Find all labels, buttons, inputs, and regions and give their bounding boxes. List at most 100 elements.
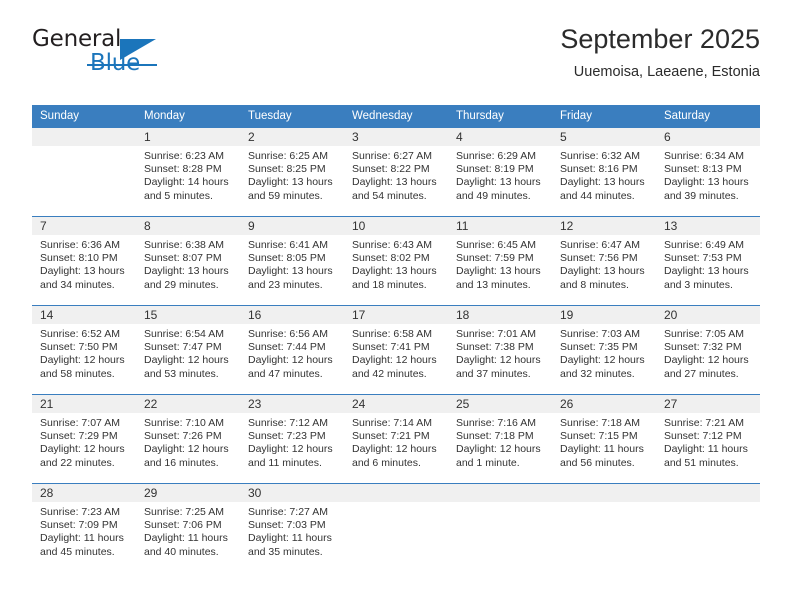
daylight-text-line2: and 27 minutes. (664, 367, 739, 380)
day-cell-inner (552, 484, 656, 572)
day-details: Sunrise: 6:41 AM Sunset: 8:05 PM Daylight:… (240, 235, 344, 292)
day-cell-inner: 16 Sunrise: 6:56 AM Sunset: 7:44 PM Dayligh… (240, 306, 344, 394)
calendar-day-cell[interactable]: 19 Sunrise: 7:03 AM Sunset: 7:35 PM Dayligh… (552, 305, 656, 395)
day-details: Sunrise: 6:54 AM Sunset: 7:47 PM Daylight:… (136, 324, 240, 381)
day-details: Sunrise: 6:34 AM Sunset: 8:13 PM Daylight:… (656, 146, 760, 203)
calendar-day-cell (656, 483, 760, 572)
day-cell-inner: 17 Sunrise: 6:58 AM Sunset: 7:41 PM Dayligh… (344, 306, 448, 394)
calendar-day-cell[interactable]: 16 Sunrise: 6:56 AM Sunset: 7:44 PM Dayligh… (240, 305, 344, 395)
day-number: 2 (240, 128, 344, 146)
daylight-text-line2: and 23 minutes. (248, 278, 323, 291)
daylight-text-line1: Daylight: 13 hours (664, 265, 749, 278)
daylight-text-line2: and 44 minutes. (560, 189, 635, 202)
brand-name-blue: Blue (90, 50, 141, 76)
calendar-day-cell[interactable]: 14 Sunrise: 6:52 AM Sunset: 7:50 PM Dayligh… (32, 305, 136, 395)
calendar-day-cell[interactable]: 21 Sunrise: 7:07 AM Sunset: 7:29 PM Dayligh… (32, 394, 136, 484)
sunset-text: Sunset: 7:09 PM (40, 519, 118, 532)
day-cell-inner: 30 Sunrise: 7:27 AM Sunset: 7:03 PM Dayligh… (240, 484, 344, 572)
day-details: Sunrise: 7:10 AM Sunset: 7:26 PM Daylight:… (136, 413, 240, 470)
calendar-day-cell[interactable]: 5 Sunrise: 6:32 AM Sunset: 8:16 PM Daylight… (552, 128, 656, 217)
sunset-text: Sunset: 7:15 PM (560, 430, 638, 443)
calendar-day-cell[interactable]: 3 Sunrise: 6:27 AM Sunset: 8:22 PM Daylight… (344, 128, 448, 217)
daylight-text-line1: Daylight: 13 hours (352, 265, 437, 278)
sunset-text: Sunset: 7:26 PM (144, 430, 222, 443)
sunset-text: Sunset: 8:10 PM (40, 252, 118, 265)
calendar-day-cell[interactable]: 18 Sunrise: 7:01 AM Sunset: 7:38 PM Dayligh… (448, 305, 552, 395)
daylight-text-line2: and 45 minutes. (40, 545, 115, 558)
calendar-day-cell (344, 483, 448, 572)
sunrise-text: Sunrise: 7:25 AM (144, 506, 224, 518)
day-details: Sunrise: 6:32 AM Sunset: 8:16 PM Daylight:… (552, 146, 656, 203)
calendar-day-cell[interactable]: 29 Sunrise: 7:25 AM Sunset: 7:06 PM Dayligh… (136, 483, 240, 572)
calendar-day-cell[interactable]: 13 Sunrise: 6:49 AM Sunset: 7:53 PM Dayligh… (656, 216, 760, 306)
sunset-text: Sunset: 8:13 PM (664, 163, 742, 176)
calendar-day-cell[interactable]: 27 Sunrise: 7:21 AM Sunset: 7:12 PM Dayligh… (656, 394, 760, 484)
sunrise-text: Sunrise: 6:52 AM (40, 328, 120, 340)
calendar-day-cell[interactable]: 1 Sunrise: 6:23 AM Sunset: 8:28 PM Daylight… (136, 128, 240, 217)
day-number: 15 (136, 306, 240, 324)
calendar-day-cell[interactable]: 24 Sunrise: 7:14 AM Sunset: 7:21 PM Dayligh… (344, 394, 448, 484)
sunrise-text: Sunrise: 6:34 AM (664, 150, 744, 162)
calendar-day-cell[interactable]: 23 Sunrise: 7:12 AM Sunset: 7:23 PM Dayligh… (240, 394, 344, 484)
day-details: Sunrise: 7:03 AM Sunset: 7:35 PM Daylight:… (552, 324, 656, 381)
sunset-text: Sunset: 7:59 PM (456, 252, 534, 265)
day-number: 16 (240, 306, 344, 324)
brand-name-general: General (32, 26, 122, 52)
sunset-text: Sunset: 7:18 PM (456, 430, 534, 443)
daylight-text-line1: Daylight: 12 hours (40, 443, 125, 456)
day-cell-inner: 7 Sunrise: 6:36 AM Sunset: 8:10 PM Daylight… (32, 217, 136, 305)
calendar-day-cell[interactable]: 25 Sunrise: 7:16 AM Sunset: 7:18 PM Dayligh… (448, 394, 552, 484)
day-number: 6 (656, 128, 760, 146)
day-details: Sunrise: 7:21 AM Sunset: 7:12 PM Daylight:… (656, 413, 760, 470)
day-number: 20 (656, 306, 760, 324)
calendar-day-cell (448, 483, 552, 572)
calendar-day-cell[interactable]: 8 Sunrise: 6:38 AM Sunset: 8:07 PM Daylight… (136, 216, 240, 306)
daylight-text-line2: and 11 minutes. (248, 456, 322, 469)
calendar-day-cell[interactable]: 22 Sunrise: 7:10 AM Sunset: 7:26 PM Dayligh… (136, 394, 240, 484)
sunrise-text: Sunrise: 6:23 AM (144, 150, 224, 162)
daylight-text-line2: and 34 minutes. (40, 278, 115, 291)
calendar-day-cell[interactable]: 2 Sunrise: 6:25 AM Sunset: 8:25 PM Daylight… (240, 128, 344, 217)
sunrise-text: Sunrise: 6:32 AM (560, 150, 640, 162)
calendar-day-cell[interactable]: 4 Sunrise: 6:29 AM Sunset: 8:19 PM Daylight… (448, 128, 552, 217)
calendar-day-cell[interactable]: 10 Sunrise: 6:43 AM Sunset: 8:02 PM Dayligh… (344, 216, 448, 306)
sunset-text: Sunset: 7:21 PM (352, 430, 430, 443)
daylight-text-line2: and 37 minutes. (456, 367, 531, 380)
calendar-day-cell[interactable]: 20 Sunrise: 7:05 AM Sunset: 7:32 PM Dayligh… (656, 305, 760, 395)
day-number: 30 (240, 484, 344, 502)
sunrise-text: Sunrise: 7:27 AM (248, 506, 328, 518)
brand-logo[interactable]: General Blue (32, 26, 232, 84)
sunset-text: Sunset: 7:47 PM (144, 341, 222, 354)
daylight-text-line1: Daylight: 12 hours (248, 443, 333, 456)
calendar-day-cell[interactable]: 9 Sunrise: 6:41 AM Sunset: 8:05 PM Daylight… (240, 216, 344, 306)
day-details: Sunrise: 6:52 AM Sunset: 7:50 PM Daylight:… (32, 324, 136, 381)
day-cell-inner (344, 484, 448, 572)
day-details: Sunrise: 7:18 AM Sunset: 7:15 PM Daylight:… (552, 413, 656, 470)
sunrise-text: Sunrise: 7:23 AM (40, 506, 120, 518)
calendar-day-cell[interactable]: 17 Sunrise: 6:58 AM Sunset: 7:41 PM Dayligh… (344, 305, 448, 395)
calendar-day-cell[interactable]: 30 Sunrise: 7:27 AM Sunset: 7:03 PM Dayligh… (240, 483, 344, 572)
day-cell-inner: 10 Sunrise: 6:43 AM Sunset: 8:02 PM Dayligh… (344, 217, 448, 305)
sunrise-text: Sunrise: 6:58 AM (352, 328, 432, 340)
sunset-text: Sunset: 7:03 PM (248, 519, 326, 532)
calendar-day-cell[interactable]: 15 Sunrise: 6:54 AM Sunset: 7:47 PM Dayligh… (136, 305, 240, 395)
day-cell-inner: 2 Sunrise: 6:25 AM Sunset: 8:25 PM Daylight… (240, 128, 344, 216)
calendar-day-cell[interactable]: 12 Sunrise: 6:47 AM Sunset: 7:56 PM Dayligh… (552, 216, 656, 306)
day-number: 24 (344, 395, 448, 413)
day-number: 12 (552, 217, 656, 235)
calendar-day-cell[interactable]: 11 Sunrise: 6:45 AM Sunset: 7:59 PM Dayligh… (448, 216, 552, 306)
sunrise-text: Sunrise: 7:03 AM (560, 328, 640, 340)
day-cell-inner: 4 Sunrise: 6:29 AM Sunset: 8:19 PM Daylight… (448, 128, 552, 216)
daylight-text-line2: and 8 minutes. (560, 278, 629, 291)
calendar-day-cell[interactable]: 7 Sunrise: 6:36 AM Sunset: 8:10 PM Daylight… (32, 216, 136, 306)
day-details: Sunrise: 7:05 AM Sunset: 7:32 PM Daylight:… (656, 324, 760, 381)
calendar-day-cell[interactable]: 6 Sunrise: 6:34 AM Sunset: 8:13 PM Daylight… (656, 128, 760, 217)
day-details: Sunrise: 6:47 AM Sunset: 7:56 PM Daylight:… (552, 235, 656, 292)
daylight-text-line1: Daylight: 12 hours (144, 354, 229, 367)
day-cell-inner (32, 128, 136, 216)
sunset-text: Sunset: 7:53 PM (664, 252, 742, 265)
day-number: 7 (32, 217, 136, 235)
calendar-day-cell[interactable]: 26 Sunrise: 7:18 AM Sunset: 7:15 PM Dayligh… (552, 394, 656, 484)
day-number: 21 (32, 395, 136, 413)
calendar-day-cell[interactable]: 28 Sunrise: 7:23 AM Sunset: 7:09 PM Dayligh… (32, 483, 136, 572)
